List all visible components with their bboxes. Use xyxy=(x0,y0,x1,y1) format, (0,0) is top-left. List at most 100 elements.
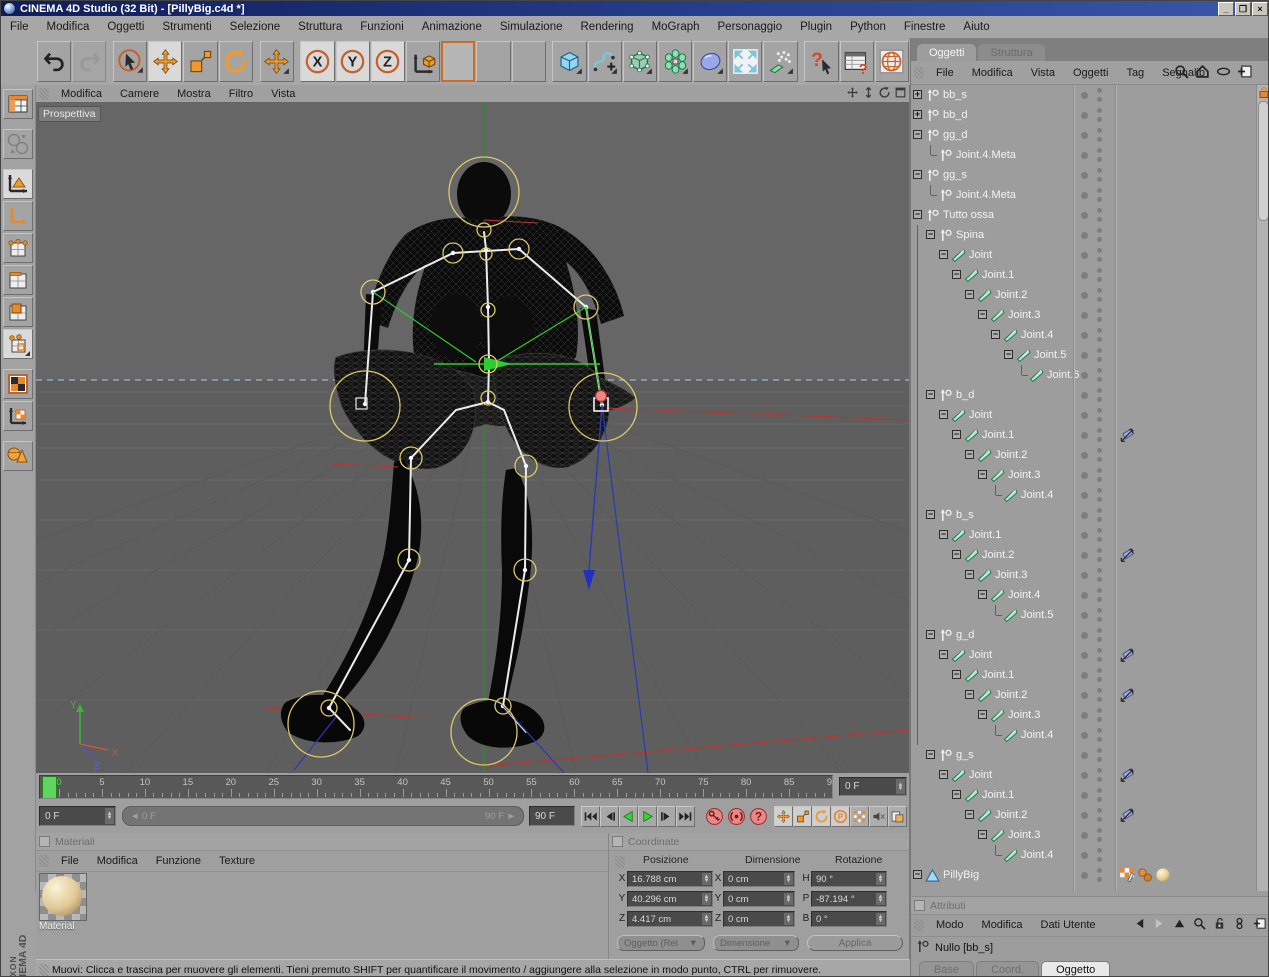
tree-row[interactable]: − Joint.3 xyxy=(911,705,1257,725)
tree-row[interactable]: − b_s xyxy=(911,505,1257,525)
ik-tag-icon[interactable] xyxy=(1119,427,1135,446)
tree-expand-toggle[interactable]: − xyxy=(937,245,950,265)
tree-expand-toggle[interactable]: − xyxy=(976,465,989,485)
tree-expand-toggle[interactable]: − xyxy=(976,305,989,325)
visibility-dots[interactable] xyxy=(1077,485,1117,505)
layer-dot[interactable] xyxy=(1081,512,1088,519)
object-name[interactable]: Joint.2 xyxy=(995,689,1027,701)
render-visibility-dot[interactable] xyxy=(1097,797,1102,802)
render-queue-button[interactable] xyxy=(511,41,546,82)
tree-expand-toggle[interactable]: − xyxy=(924,225,937,245)
menu-struttura[interactable]: Struttura xyxy=(289,19,351,35)
menu-finestre[interactable]: Finestre xyxy=(895,19,955,35)
tree-expand-toggle[interactable]: − xyxy=(950,785,963,805)
render-visibility-dot[interactable] xyxy=(1097,337,1102,342)
make-editable-button[interactable] xyxy=(3,129,33,159)
tree-expand-toggle[interactable]: − xyxy=(924,745,937,765)
menu-selezione[interactable]: Selezione xyxy=(221,19,290,35)
object-name[interactable]: Joint.5 xyxy=(1021,609,1053,621)
visibility-dots[interactable] xyxy=(1077,865,1117,885)
tree-expand-toggle[interactable]: − xyxy=(963,565,976,585)
panel-grip[interactable] xyxy=(615,856,625,868)
object-axis-mode-button[interactable] xyxy=(3,201,33,231)
rotation-value-field[interactable]: -87.194 ° ▲ ▼ xyxy=(811,891,887,907)
tree-row[interactable]: − Joint.4 xyxy=(911,325,1257,345)
tree-expand-toggle[interactable]: + xyxy=(911,105,924,125)
tree-row[interactable]: Joint.4 xyxy=(911,725,1257,745)
tree-row[interactable]: − Joint.3 xyxy=(911,465,1257,485)
record-key-button[interactable] xyxy=(704,806,725,827)
layer-dot[interactable] xyxy=(1081,172,1088,179)
visibility-dots[interactable] xyxy=(1077,785,1117,805)
tree-row[interactable]: − gg_d xyxy=(911,125,1257,145)
editor-visibility-dot[interactable] xyxy=(1097,688,1102,693)
dimension-value-field[interactable]: 0 cm ▲ ▼ xyxy=(723,871,795,887)
layer-dot[interactable] xyxy=(1081,432,1088,439)
layer-dot[interactable] xyxy=(1081,92,1088,99)
panel-box-icon[interactable] xyxy=(612,836,623,847)
dimension-value-field[interactable]: 0 cm ▲ ▼ xyxy=(723,891,795,907)
visibility-dots[interactable] xyxy=(1077,745,1117,765)
object-name[interactable]: Joint xyxy=(969,409,992,421)
maximize-icon[interactable] xyxy=(894,86,907,102)
render-visibility-dot[interactable] xyxy=(1097,537,1102,542)
object-name[interactable]: Joint.1 xyxy=(982,789,1014,801)
visibility-dots[interactable] xyxy=(1077,265,1117,285)
viewport-canvas[interactable]: Y Z X Prospettiva xyxy=(1,102,1268,774)
editor-visibility-dot[interactable] xyxy=(1097,368,1102,373)
field-stepper[interactable]: ▲ ▼ xyxy=(876,893,885,905)
objects-menu-oggetti[interactable]: Oggetti xyxy=(1064,65,1117,81)
object-name[interactable]: PillyBig xyxy=(943,869,979,881)
menu-python[interactable]: Python xyxy=(841,19,895,35)
position-value-field[interactable]: 40.296 cm ▲ ▼ xyxy=(627,891,713,907)
coordinate-system-button[interactable] xyxy=(405,41,441,82)
visibility-dots[interactable] xyxy=(1077,145,1117,165)
layer-dot[interactable] xyxy=(1081,492,1088,499)
animation-mode-button[interactable] xyxy=(3,329,33,359)
layer-dot[interactable] xyxy=(1081,792,1088,799)
tree-row[interactable]: − Joint xyxy=(911,645,1257,665)
object-name[interactable]: Joint.3 xyxy=(1008,829,1040,841)
attributes-menu-modifica[interactable]: Modifica xyxy=(973,917,1032,933)
render-visibility-dot[interactable] xyxy=(1097,857,1102,862)
editor-visibility-dot[interactable] xyxy=(1097,288,1102,293)
frame-start-stepper[interactable]: ▲ ▼ xyxy=(105,808,114,824)
tree-row[interactable]: − Joint.3 xyxy=(911,305,1257,325)
menu-aiuto[interactable]: Aiuto xyxy=(954,19,998,35)
layer-dot[interactable] xyxy=(1081,692,1088,699)
key-parameter-button[interactable]: P xyxy=(831,806,850,827)
lock-icon[interactable] xyxy=(1257,85,1268,100)
expand-box[interactable]: − xyxy=(926,390,935,399)
render-visibility-dot[interactable] xyxy=(1097,477,1102,482)
up-icon[interactable] xyxy=(1173,917,1186,933)
tree-row[interactable]: − g_d xyxy=(911,625,1257,645)
object-name[interactable]: Joint.3 xyxy=(1008,469,1040,481)
expand-box[interactable]: − xyxy=(939,770,948,779)
coord-mode-dropdown[interactable]: Oggetto (Rel ▼ xyxy=(617,935,705,951)
layer-dot[interactable] xyxy=(1081,552,1088,559)
layer-dot[interactable] xyxy=(1081,132,1088,139)
layer-dot[interactable] xyxy=(1081,772,1088,779)
back-icon[interactable] xyxy=(1133,917,1146,933)
tree-row[interactable]: − gg_s xyxy=(911,165,1257,185)
tree-row[interactable]: − Joint xyxy=(911,405,1257,425)
expand-box[interactable]: + xyxy=(913,110,922,119)
editor-visibility-dot[interactable] xyxy=(1097,768,1102,773)
object-name[interactable]: Joint.2 xyxy=(995,449,1027,461)
editor-visibility-dot[interactable] xyxy=(1097,548,1102,553)
camera-label[interactable]: Prospettiva xyxy=(38,106,101,122)
expand-box[interactable]: − xyxy=(965,570,974,579)
content-browser-button[interactable]: ? xyxy=(839,41,874,82)
minimize-button[interactable]: _ xyxy=(1218,2,1234,16)
object-name[interactable]: Joint.4 xyxy=(1008,589,1040,601)
tree-row[interactable]: − Joint.5 xyxy=(911,345,1257,365)
field-stepper[interactable]: ▲ ▼ xyxy=(784,913,793,925)
menu-file[interactable]: File xyxy=(1,19,38,35)
tree-expand-toggle[interactable]: − xyxy=(911,205,924,225)
expand-box[interactable]: − xyxy=(913,210,922,219)
close-button[interactable]: × xyxy=(1252,2,1268,16)
object-name[interactable]: bb_d xyxy=(943,109,967,121)
ik-tag-icon[interactable] xyxy=(1119,807,1135,826)
scale-button[interactable] xyxy=(183,41,218,82)
menu-rendering[interactable]: Rendering xyxy=(572,19,643,35)
